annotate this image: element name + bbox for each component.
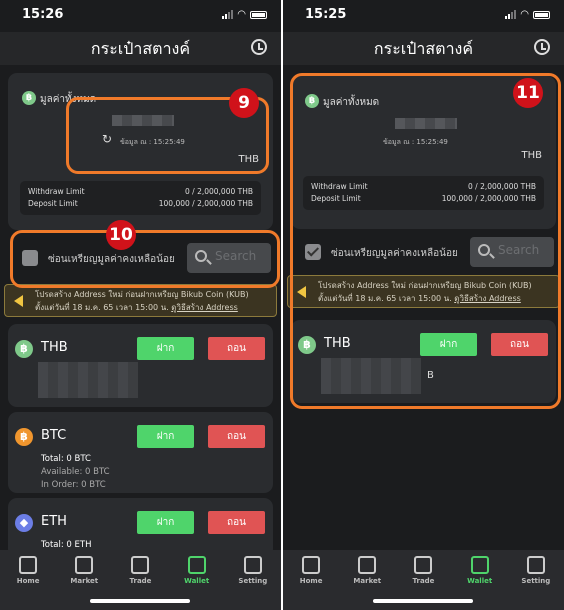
trade-icon — [414, 556, 433, 574]
withdraw-button[interactable]: ถอน — [208, 511, 265, 534]
withdraw-button[interactable]: ถอน — [208, 425, 265, 448]
home-icon — [302, 556, 321, 574]
baht-icon: ฿ — [22, 91, 36, 105]
notice-banner: โปรดสร้าง Address ใหม่ ก่อนฝากเหรียญ Bik… — [4, 284, 277, 317]
coin-in-order: In Order: 0 BTC — [41, 480, 106, 490]
ethereum-icon: ◆ — [15, 514, 33, 532]
nav-home[interactable]: Home — [286, 556, 336, 610]
deposit-button[interactable]: ฝาก — [137, 337, 194, 360]
wallet-icon — [187, 556, 206, 574]
coin-symbol: ETH — [41, 514, 67, 529]
wallet-icon — [470, 556, 489, 574]
annotation-badge: 9 — [229, 88, 259, 118]
annotation-outline-10 — [10, 230, 280, 288]
coin-card: ◆ ETH ฝาก ถอน Total: 0 ETH — [8, 498, 273, 558]
user-icon — [526, 556, 545, 574]
battery-icon — [533, 10, 550, 19]
notice-link[interactable]: ดูวิธีสร้าง Address — [171, 303, 238, 312]
nav-label: Setting — [521, 577, 551, 585]
deposit-button[interactable]: ฝาก — [137, 511, 194, 534]
history-icon[interactable] — [534, 39, 550, 55]
wifi-icon: ◠ — [520, 9, 529, 20]
nav-label: Market — [353, 577, 382, 585]
deposit-limit-label: Deposit Limit — [28, 199, 78, 208]
home-indicator — [90, 599, 190, 603]
trade-icon — [131, 556, 150, 574]
page-title: กระเป๋าสตางค์ — [90, 39, 191, 58]
deposit-button[interactable]: ฝาก — [137, 425, 194, 448]
nav-setting[interactable]: Setting — [228, 556, 278, 610]
chart-icon — [358, 556, 377, 574]
clock: 15:26 — [22, 7, 64, 22]
nav-label: Setting — [238, 577, 268, 585]
wallet-screen-left: 15:26 ◠ กระเป๋าสตางค์ ฿ มูลค่าทั้งหมด ↻ … — [0, 0, 281, 610]
coin-balance-hidden — [38, 362, 138, 398]
battery-icon — [250, 10, 267, 19]
nav-label: Market — [70, 577, 99, 585]
annotation-badge: 11 — [513, 78, 543, 108]
coin-symbol: BTC — [41, 428, 67, 443]
nav-label: Home — [299, 577, 323, 585]
withdraw-limit-value: 0 / 2,000,000 THB — [185, 187, 253, 196]
speaker-icon — [14, 295, 23, 307]
coin-symbol: THB — [41, 340, 68, 355]
nav-label: Home — [16, 577, 40, 585]
nav-label: Trade — [412, 577, 435, 585]
deposit-limit-value: 100,000 / 2,000,000 THB — [158, 199, 253, 208]
home-indicator — [373, 599, 473, 603]
coin-total: Total: 0 BTC — [41, 454, 91, 464]
nav-label: Wallet — [467, 577, 493, 585]
nav-label: Trade — [129, 577, 152, 585]
withdraw-limit-label: Withdraw Limit — [28, 187, 85, 196]
coin-available: Available: 0 BTC — [41, 467, 110, 477]
history-icon[interactable] — [251, 39, 267, 55]
chart-icon — [75, 556, 94, 574]
page-title: กระเป๋าสตางค์ — [373, 39, 474, 58]
signal-icon — [222, 10, 234, 19]
clock: 15:25 — [305, 7, 347, 22]
signal-icon — [505, 10, 517, 19]
user-icon — [243, 556, 262, 574]
nav-home[interactable]: Home — [3, 556, 53, 610]
nav-label: Wallet — [184, 577, 210, 585]
bitcoin-icon: ฿ — [15, 428, 33, 446]
nav-setting[interactable]: Setting — [511, 556, 561, 610]
coin-card: ฿ BTC ฝาก ถอน Total: 0 BTC Available: 0 B… — [8, 412, 273, 493]
coin-card: ฿ THB ฝาก ถอน — [8, 324, 273, 407]
status-bar: 15:26 ◠ — [0, 0, 281, 32]
notice-text: โปรดสร้าง Address ใหม่ ก่อนฝากเหรียญ Bik… — [35, 290, 249, 299]
limits-box: Withdraw Limit 0 / 2,000,000 THB Deposit … — [20, 181, 261, 215]
status-bar: 15:25 ◠ — [283, 0, 564, 32]
notice-date: ตั้งแต่วันที่ 18 ม.ค. 65 เวลา 15:00 น. — [35, 303, 169, 312]
annotation-outline-11 — [290, 73, 561, 409]
wifi-icon: ◠ — [237, 9, 246, 20]
header: กระเป๋าสตางค์ — [283, 32, 564, 65]
wallet-screen-right: 15:25 ◠ กระเป๋าสตางค์ ฿ มูลค่าทั้งหมด ข้… — [283, 0, 564, 610]
annotation-badge: 10 — [106, 220, 136, 250]
home-icon — [19, 556, 38, 574]
withdraw-button[interactable]: ถอน — [208, 337, 265, 360]
baht-icon: ฿ — [15, 340, 33, 358]
header: กระเป๋าสตางค์ — [0, 32, 281, 65]
